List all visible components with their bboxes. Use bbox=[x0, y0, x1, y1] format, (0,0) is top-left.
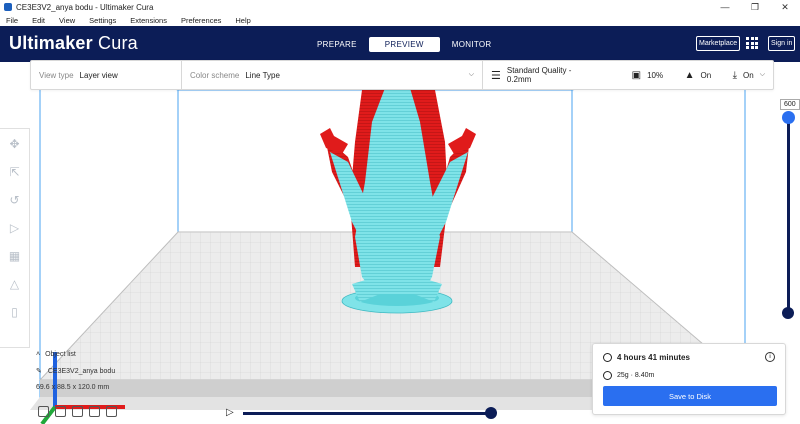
support-icon: ▲ bbox=[684, 69, 695, 81]
title-bar: CE3E3V2_anya bodu - Ultimaker Cura — ❐ ✕ bbox=[0, 0, 800, 14]
path-slider-track[interactable] bbox=[243, 412, 493, 415]
move-tool-icon[interactable]: ✥ bbox=[8, 137, 22, 151]
front-view-icon[interactable] bbox=[55, 406, 66, 417]
view-type-label: View type bbox=[39, 70, 74, 80]
layer-slider-bottom-handle[interactable] bbox=[782, 307, 794, 319]
color-scheme-value: Line Type bbox=[245, 70, 280, 80]
custom-supports-icon[interactable]: ▯ bbox=[8, 305, 22, 319]
color-scheme-dropdown[interactable]: Color scheme Line Type ⌵ bbox=[182, 61, 482, 89]
print-time: 4 hours 41 minutes bbox=[617, 353, 690, 362]
menu-file[interactable]: File bbox=[6, 16, 18, 25]
support-blocker-icon[interactable]: △ bbox=[8, 277, 22, 291]
view-type-value: Layer view bbox=[79, 70, 118, 80]
infill-value: 10% bbox=[647, 70, 664, 80]
tab-monitor[interactable]: MONITOR bbox=[440, 37, 504, 52]
close-button[interactable]: ✕ bbox=[770, 0, 800, 14]
tab-preview[interactable]: PREVIEW bbox=[368, 37, 440, 52]
window-controls: — ❐ ✕ bbox=[710, 0, 800, 14]
adhesion-value: On bbox=[743, 70, 754, 80]
infill-icon: ▣ bbox=[631, 69, 642, 81]
menu-extensions[interactable]: Extensions bbox=[130, 16, 167, 25]
object-list-toggle[interactable]: ˄ Object list bbox=[36, 351, 115, 358]
mirror-tool-icon[interactable]: ▷ bbox=[8, 221, 22, 235]
print-settings-dropdown[interactable]: ☰ Standard Quality - 0.2mm ▣ 10% ▲ On ⤓ … bbox=[483, 61, 773, 89]
apps-grid-icon[interactable] bbox=[746, 37, 758, 49]
object-list-header: Object list bbox=[45, 351, 76, 358]
menu-help[interactable]: Help bbox=[235, 16, 250, 25]
cura-window: CE3E3V2_anya bodu - Ultimaker Cura — ❐ ✕… bbox=[0, 0, 800, 424]
sliders-icon: ☰ bbox=[491, 69, 501, 82]
minimize-button[interactable]: — bbox=[710, 0, 740, 14]
object-list-panel: ˄ Object list ✎ CE3E3V2_anya bodu 69.6 x… bbox=[36, 351, 115, 400]
menu-settings[interactable]: Settings bbox=[89, 16, 116, 25]
brand-logo: Ultimaker Cura bbox=[9, 33, 138, 53]
support-value: On bbox=[700, 70, 712, 80]
menu-bar: File Edit View Settings Extensions Prefe… bbox=[0, 14, 800, 26]
chevron-down-icon: ⌵ bbox=[468, 71, 474, 78]
object-dimensions: 69.6 x 88.5 x 120.0 mm bbox=[36, 384, 110, 391]
play-icon[interactable]: ▷ bbox=[226, 407, 234, 418]
layer-slider-track[interactable] bbox=[787, 118, 790, 312]
tool-panel: ✥ ⇱ ↺ ▷ ▦ △ ▯ bbox=[0, 128, 30, 348]
marketplace-button[interactable]: Marketplace bbox=[696, 36, 741, 51]
path-slider-handle[interactable] bbox=[485, 407, 497, 419]
cura-app-icon bbox=[4, 3, 12, 11]
maximize-button[interactable]: ❐ bbox=[740, 0, 770, 14]
object-name: CE3E3V2_anya bodu bbox=[47, 367, 116, 375]
chevron-up-icon: ˄ bbox=[36, 351, 41, 358]
per-model-settings-icon[interactable]: ▦ bbox=[8, 249, 22, 263]
menu-edit[interactable]: Edit bbox=[32, 16, 45, 25]
scale-tool-icon[interactable]: ⇱ bbox=[8, 165, 22, 179]
window-title: CE3E3V2_anya bodu - Ultimaker Cura bbox=[16, 2, 154, 12]
tab-prepare[interactable]: PREPARE bbox=[305, 37, 369, 52]
object-list-item[interactable]: ✎ CE3E3V2_anya bodu bbox=[36, 367, 116, 376]
color-scheme-label: Color scheme bbox=[190, 70, 240, 80]
layer-slider-top-handle[interactable] bbox=[782, 111, 795, 124]
save-to-disk-button[interactable]: Save to Disk bbox=[603, 386, 777, 406]
spool-icon bbox=[603, 371, 612, 380]
info-icon[interactable]: i bbox=[765, 352, 775, 362]
app-header: Ultimaker Cura PREPARE PREVIEW MONITOR M… bbox=[0, 26, 800, 62]
view-settings-toolbar: View type Layer view Color scheme Line T… bbox=[30, 60, 774, 90]
rotate-tool-icon[interactable]: ↺ bbox=[8, 193, 22, 207]
left-view-icon[interactable] bbox=[89, 406, 100, 417]
menu-preferences[interactable]: Preferences bbox=[181, 16, 221, 25]
menu-view[interactable]: View bbox=[59, 16, 75, 25]
material-usage: 25g · 8.40m bbox=[617, 372, 655, 379]
chevron-down-icon: ⌵ bbox=[759, 71, 766, 78]
quality-value: Standard Quality - 0.2mm bbox=[506, 66, 572, 84]
top-view-icon[interactable] bbox=[72, 406, 83, 417]
adhesion-icon: ⤓ bbox=[732, 69, 738, 81]
3d-view-icon[interactable] bbox=[38, 406, 49, 417]
view-type-dropdown[interactable]: View type Layer view bbox=[31, 61, 181, 89]
right-view-icon[interactable] bbox=[106, 406, 117, 417]
clock-icon bbox=[603, 353, 612, 362]
stage-tabs: PREPARE PREVIEW MONITOR bbox=[305, 37, 503, 52]
edit-pencil-icon: ✎ bbox=[36, 368, 42, 375]
print-info-panel: 4 hours 41 minutes i 25g · 8.40m Save to… bbox=[592, 343, 786, 415]
sign-in-button[interactable]: Sign in bbox=[768, 36, 796, 51]
layer-number-input[interactable]: 600 bbox=[780, 99, 800, 110]
camera-view-buttons bbox=[38, 406, 117, 417]
